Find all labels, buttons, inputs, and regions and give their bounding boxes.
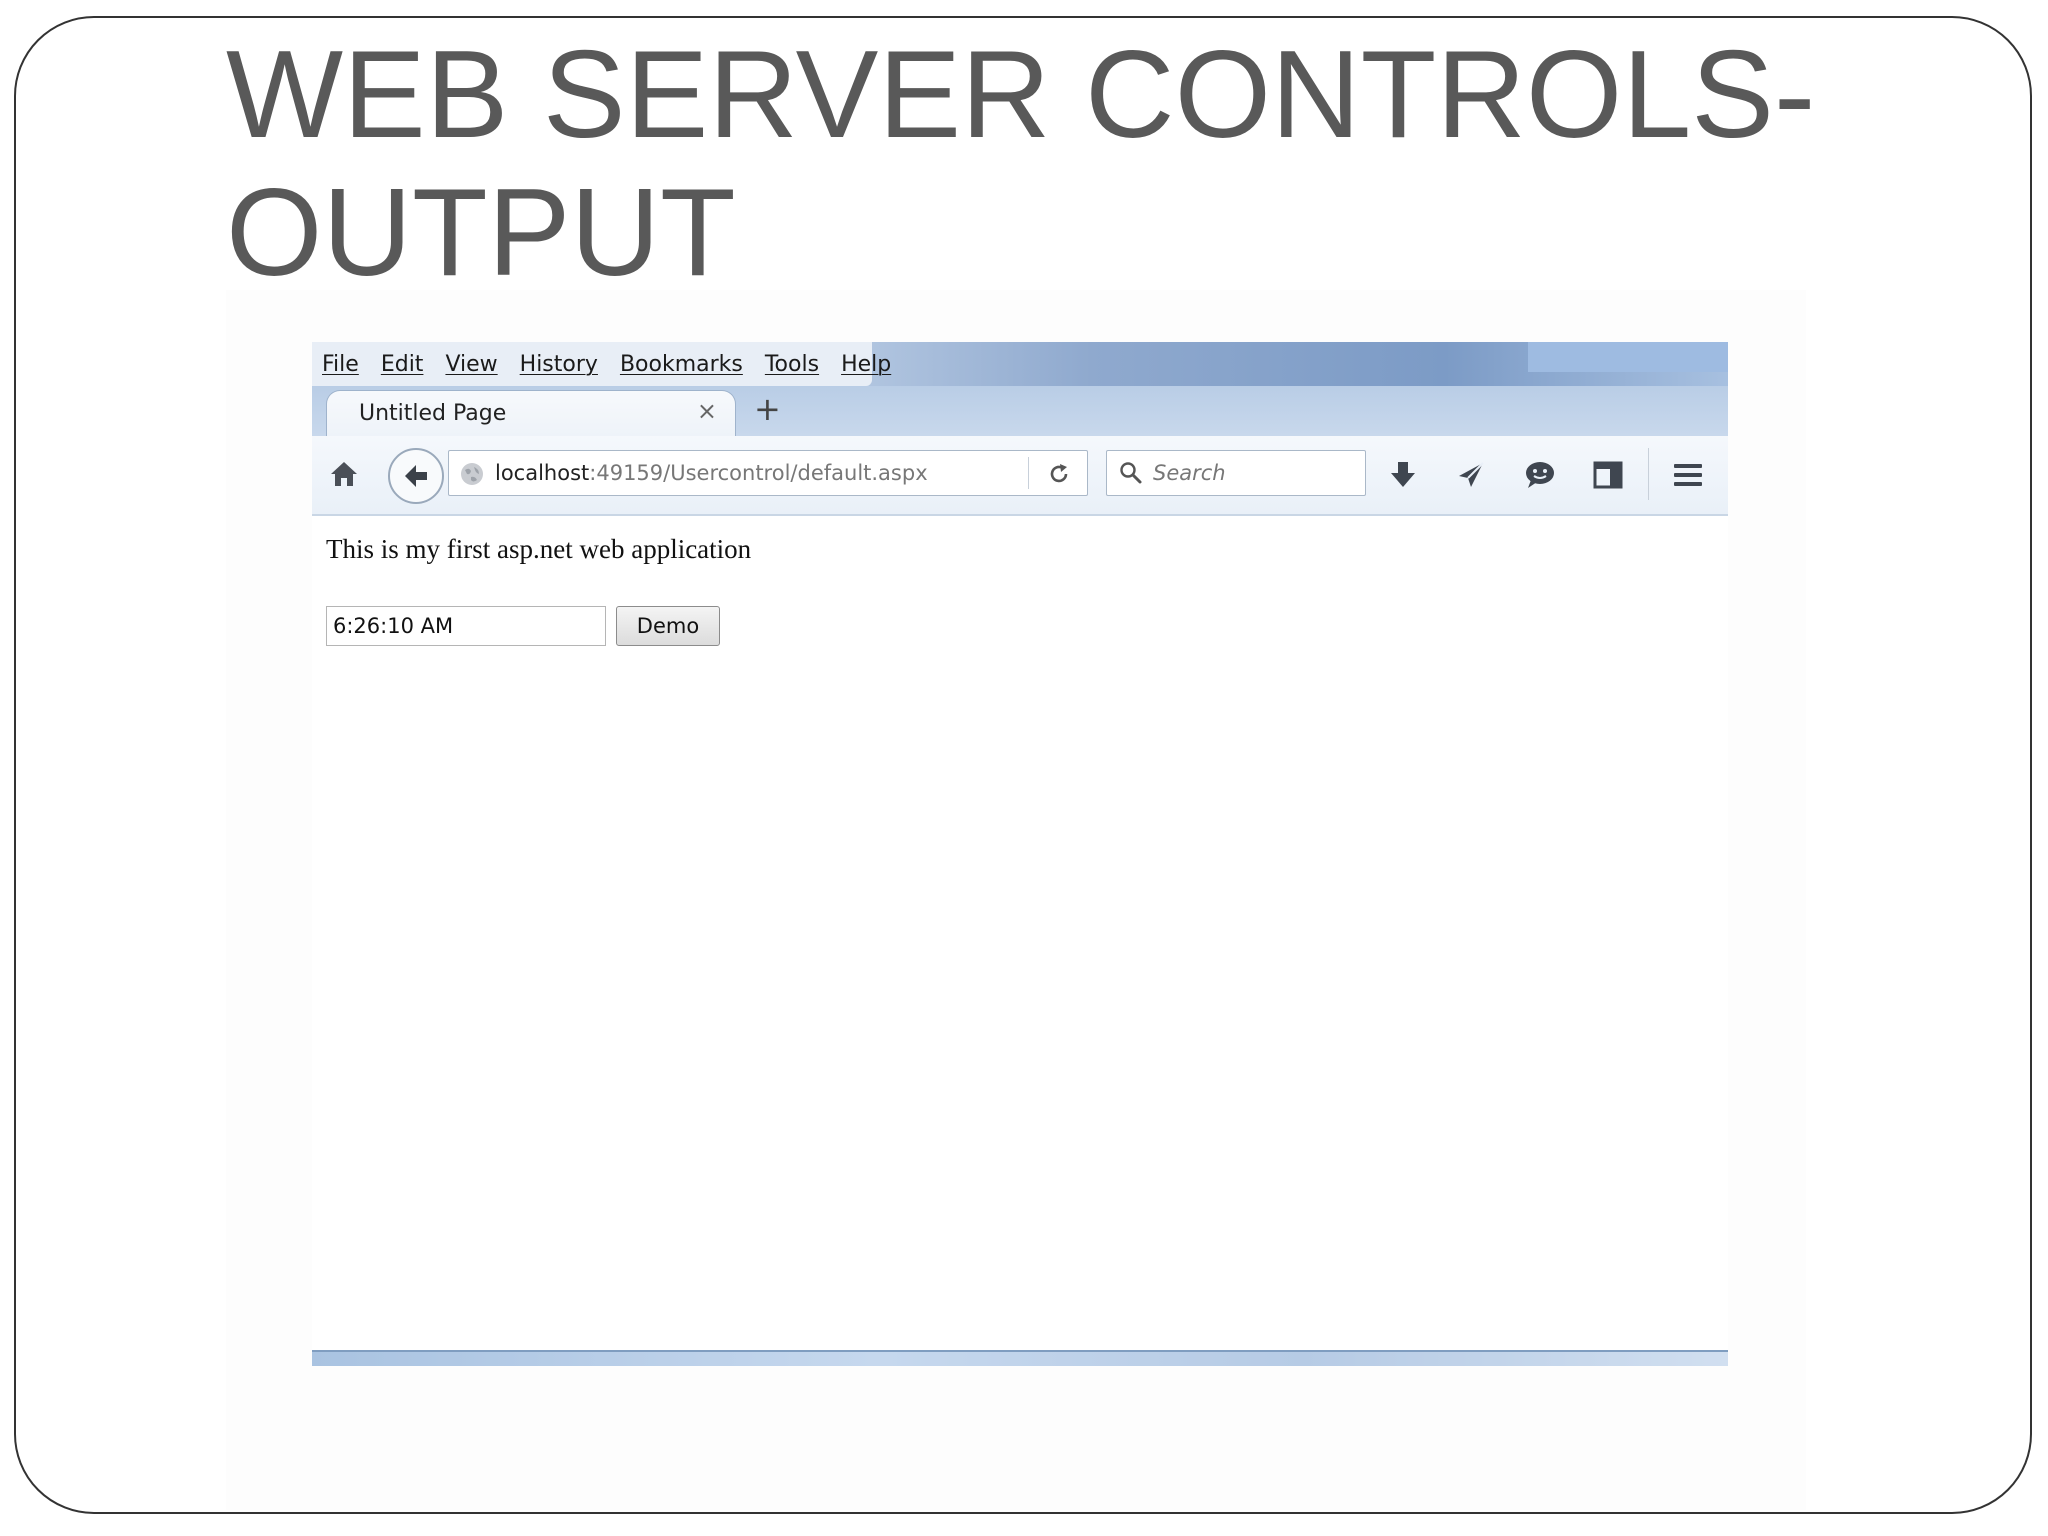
- back-button[interactable]: [388, 448, 444, 504]
- navigation-toolbar: localhost:49159/Usercontrol/default.aspx…: [312, 436, 1728, 516]
- url-host: localhost: [495, 461, 590, 485]
- menu-icon[interactable]: [1672, 460, 1704, 490]
- menu-bar: File Edit View History Bookmarks Tools H…: [312, 342, 1728, 386]
- url-path: :49159/Usercontrol/default.aspx: [589, 461, 928, 485]
- menu-item-view[interactable]: View: [445, 352, 497, 377]
- menu-item-bookmarks[interactable]: Bookmarks: [620, 352, 743, 377]
- reload-icon[interactable]: [1047, 462, 1071, 486]
- page-heading-text: This is my first asp.net web application: [326, 534, 752, 564]
- globe-icon: [461, 463, 483, 485]
- toolbar-divider: [1648, 448, 1649, 500]
- search-placeholder: Search: [1153, 461, 1226, 485]
- search-icon: [1120, 462, 1142, 484]
- menu-item-history[interactable]: History: [520, 352, 598, 377]
- download-icon[interactable]: [1388, 460, 1418, 490]
- menu-item-file[interactable]: File: [322, 352, 359, 377]
- tab-strip: Untitled Page × +: [312, 386, 1728, 436]
- tab-untitled-page[interactable]: Untitled Page ×: [326, 390, 736, 436]
- demo-button[interactable]: Demo: [616, 606, 720, 646]
- tab-title: Untitled Page: [359, 401, 507, 426]
- menu-items: File Edit View History Bookmarks Tools H…: [322, 342, 913, 386]
- slide-title-line-2: OUTPUT: [226, 164, 736, 302]
- sidebar-icon[interactable]: [1592, 460, 1624, 490]
- address-bar-divider: [1028, 457, 1029, 489]
- address-bar[interactable]: localhost:49159/Usercontrol/default.aspx: [448, 450, 1088, 496]
- time-textbox[interactable]: 6:26:10 AM: [326, 606, 606, 646]
- slide-title-line-1: WEB SERVER CONTROLS-: [226, 26, 1816, 164]
- menu-item-edit[interactable]: Edit: [381, 352, 424, 377]
- page-content: This is my first asp.net web application…: [312, 516, 1728, 1352]
- search-bar[interactable]: Search: [1106, 450, 1366, 496]
- status-bar: [312, 1350, 1728, 1366]
- menu-item-tools[interactable]: Tools: [765, 352, 819, 377]
- send-icon[interactable]: [1456, 460, 1486, 490]
- browser-window: File Edit View History Bookmarks Tools H…: [312, 342, 1728, 1366]
- home-icon[interactable]: [328, 458, 360, 490]
- titlebar-controls-area: [1528, 342, 1728, 372]
- chat-icon[interactable]: [1524, 460, 1556, 490]
- new-tab-button[interactable]: +: [754, 390, 781, 428]
- menu-item-help[interactable]: Help: [841, 352, 891, 377]
- address-text: localhost:49159/Usercontrol/default.aspx: [495, 461, 928, 485]
- tab-close-button[interactable]: ×: [697, 397, 717, 425]
- back-arrow-icon: [405, 465, 427, 487]
- slide-title: WEB SERVER CONTROLS- OUTPUT: [226, 26, 1926, 302]
